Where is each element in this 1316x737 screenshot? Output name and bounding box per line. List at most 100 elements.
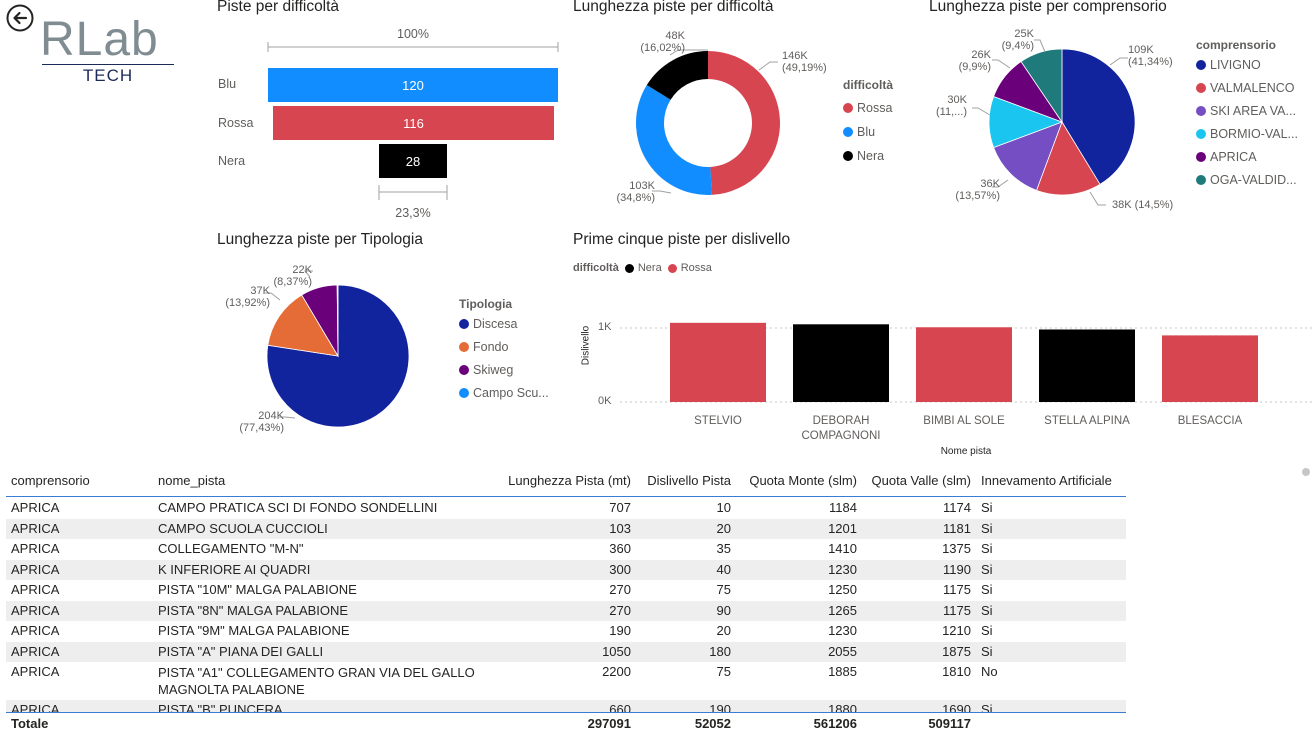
table-row[interactable]: APRICA CAMPO PRATICA SCI DI FONDO SONDELL…: [6, 498, 1126, 519]
legend-label-livigno: LIVIGNO: [1210, 58, 1261, 72]
table-row[interactable]: APRICA COLLEGAMENTO "M-N" 360 35 1410 1375 Si: [6, 539, 1126, 560]
bar-blesaccia[interactable]: [1162, 335, 1258, 402]
pie-comp-label-skiarea-pct: (13,57%): [955, 190, 1000, 202]
table-row[interactable]: APRICA K INFERIORE AI QUADRI 300 40 1230 1190…: [6, 559, 1126, 580]
legend-dot-fondo: [459, 342, 469, 352]
donut-legend-title: difficoltà: [843, 78, 893, 92]
funnel-value-rossa: 116: [403, 115, 424, 131]
donut-legend: difficoltà Rossa Blu Nera: [843, 78, 893, 163]
bar-stella-alpina[interactable]: [1039, 329, 1135, 402]
cell-quota-valle: 1875: [942, 643, 971, 659]
cell-comprensorio: APRICA: [11, 602, 60, 618]
legend-item-skiweg[interactable]: Skiweg: [459, 363, 549, 377]
cell-quota-valle: 1210: [942, 623, 971, 638]
table-row[interactable]: APRICA PISTA "A1" COLLEGAMENTO GRAN VIA D…: [6, 662, 1126, 700]
legend-label-bar-nera: Nera: [637, 262, 662, 274]
cell-lunghezza: 360: [609, 541, 631, 556]
cell-dislivello: 75: [716, 582, 731, 597]
funnel-bar-nera[interactable]: 28: [379, 144, 447, 178]
cell-comprensorio: APRICA: [11, 664, 60, 679]
donut-slice-rossa[interactable]: [708, 51, 780, 195]
legend-item-nera[interactable]: Nera: [843, 149, 893, 163]
pie-comp-label-livigno-pct: (41,34%): [1128, 56, 1173, 68]
legend-item-bar-rossa[interactable]: Rossa: [667, 262, 712, 274]
cell-quota-monte: 1184: [829, 500, 857, 515]
col-header-comprensorio[interactable]: comprensorio: [6, 473, 153, 489]
bar-stelvio[interactable]: [670, 322, 766, 402]
bar-xlabels: STELVIO DEBORAH COMPAGNONI BIMBI AL SOLE …: [620, 414, 1312, 446]
col-header-lunghezza[interactable]: Lunghezza Pista (mt): [498, 473, 636, 489]
legend-dot-nera: [843, 151, 853, 161]
col-header-dislivello[interactable]: Dislivello Pista: [636, 473, 736, 489]
col-header-innevamento[interactable]: Innevamento Artificiale: [976, 473, 1126, 489]
legend-item-oga[interactable]: OGA-VALDID...: [1196, 173, 1298, 187]
bar-xlabel-deborah-line2: COMPAGNONI: [801, 430, 881, 442]
legend-label-campo-scuola: Campo Scu...: [473, 386, 549, 400]
legend-item-discesa[interactable]: Discesa: [459, 317, 549, 331]
bar-bimbi-al-sole[interactable]: [916, 327, 1012, 402]
col-header-quota-monte[interactable]: Quota Monte (slm): [736, 473, 862, 489]
cell-innevamento: Si: [981, 602, 993, 618]
cell-nome-pista: CAMPO SCUOLA CUCCIOLI: [158, 520, 328, 536]
cell-dislivello: 35: [716, 541, 731, 556]
back-button[interactable]: [6, 4, 34, 32]
legend-item-campo-scuola[interactable]: Campo Scu...: [459, 386, 549, 400]
cell-nome-pista: PISTA "10M" MALGA PALABIONE: [158, 582, 357, 597]
bar-chart-legend: difficoltà Nera Rossa: [573, 262, 712, 274]
col-header-quota-valle[interactable]: Quota Valle (slm): [862, 473, 976, 489]
totals-lunghezza: 297091: [587, 715, 631, 731]
funnel-bar-blu[interactable]: 120: [268, 68, 558, 102]
cell-lunghezza: 103: [609, 520, 631, 536]
pie-tipologia-title: Lunghezza piste per Tipologia: [217, 231, 423, 248]
legend-item-bormio[interactable]: BORMIO-VAL...: [1196, 127, 1298, 141]
table-row[interactable]: APRICA PISTA "8N" MALGA PALABIONE 270 90 126…: [6, 600, 1126, 621]
donut-label-rossa-pct: (49,19%): [782, 62, 827, 74]
col-header-nome-pista[interactable]: nome_pista: [153, 473, 498, 489]
pie-comp-label-skiarea-value: 36K: [980, 178, 1000, 190]
legend-item-livigno[interactable]: LIVIGNO: [1196, 58, 1298, 72]
pie-comp-label-bormio-pct: (11,...): [936, 106, 967, 118]
cell-nome-pista: CAMPO PRATICA SCI DI FONDO SONDELLINI: [158, 500, 438, 515]
cell-lunghezza: 707: [609, 500, 631, 515]
bar-deborah-compagnoni[interactable]: [793, 324, 889, 402]
table-row[interactable]: APRICA CAMPO SCUOLA CUCCIOLI 103 20 1201 1181…: [6, 518, 1126, 539]
table-row[interactable]: APRICA PISTA "9M" MALGA PALABIONE 190 20 123…: [6, 621, 1126, 642]
legend-label-valmalenco: VALMALENCO: [1210, 81, 1295, 95]
legend-item-blu[interactable]: Blu: [843, 125, 893, 139]
cell-comprensorio: APRICA: [11, 623, 60, 638]
cell-lunghezza: 1050: [602, 643, 631, 659]
bar-xlabel-stella: STELLA ALPINA: [1039, 414, 1135, 429]
legend-item-skiarea[interactable]: SKI AREA VA...: [1196, 104, 1298, 118]
scroll-indicator[interactable]: [1302, 468, 1310, 476]
pie-comp-label-oga-pct: (9,4%): [1001, 40, 1034, 52]
legend-dot-livigno: [1196, 60, 1206, 70]
legend-item-valmalenco[interactable]: VALMALENCO: [1196, 81, 1298, 95]
cell-innevamento: Si: [981, 541, 993, 556]
table-row[interactable]: APRICA PISTA "A" PIANA DEI GALLI 1050 180 20…: [6, 641, 1126, 662]
donut-slice-blu[interactable]: [636, 85, 712, 195]
legend-label-blu: Blu: [857, 125, 876, 139]
funnel-value-blu: 120: [402, 77, 424, 93]
legend-item-bar-nera[interactable]: Nera: [624, 262, 662, 274]
bar-xlabel-stelvio: STELVIO: [670, 414, 766, 429]
cell-dislivello: 10: [716, 500, 731, 515]
donut-label-blu-value: 103K: [629, 180, 655, 192]
funnel-label-nera: Nera: [218, 154, 246, 168]
legend-label-oga: OGA-VALDID...: [1210, 173, 1297, 187]
legend-label-skiweg: Skiweg: [473, 363, 514, 377]
table-row[interactable]: APRICA PISTA "10M" MALGA PALABIONE 270 75 12…: [6, 580, 1126, 601]
totals-dislivello: 52052: [694, 715, 731, 731]
donut-label-nera-pct: (16,02%): [640, 42, 685, 54]
bar-xlabel-deborah-line1: DEBORAH: [812, 415, 870, 427]
bar-ytick-0k: 0K: [598, 395, 612, 407]
legend-item-fondo[interactable]: Fondo: [459, 340, 549, 354]
funnel-bar-rossa[interactable]: 116: [273, 106, 554, 140]
pie-comp-label-valmalenco: 38K (14,5%): [1112, 199, 1174, 211]
cell-innevamento: Si: [981, 643, 993, 659]
cell-quota-valle: 1810: [942, 664, 971, 679]
legend-item-aprica[interactable]: APRICA: [1196, 150, 1298, 164]
pie-comp-label-skiarea: 36K (13,57%): [940, 178, 1000, 202]
legend-item-rossa[interactable]: Rossa: [843, 101, 893, 115]
cell-innevamento: Si: [981, 623, 993, 638]
data-table: comprensorio nome_pista Lunghezza Pista …: [6, 466, 1126, 713]
